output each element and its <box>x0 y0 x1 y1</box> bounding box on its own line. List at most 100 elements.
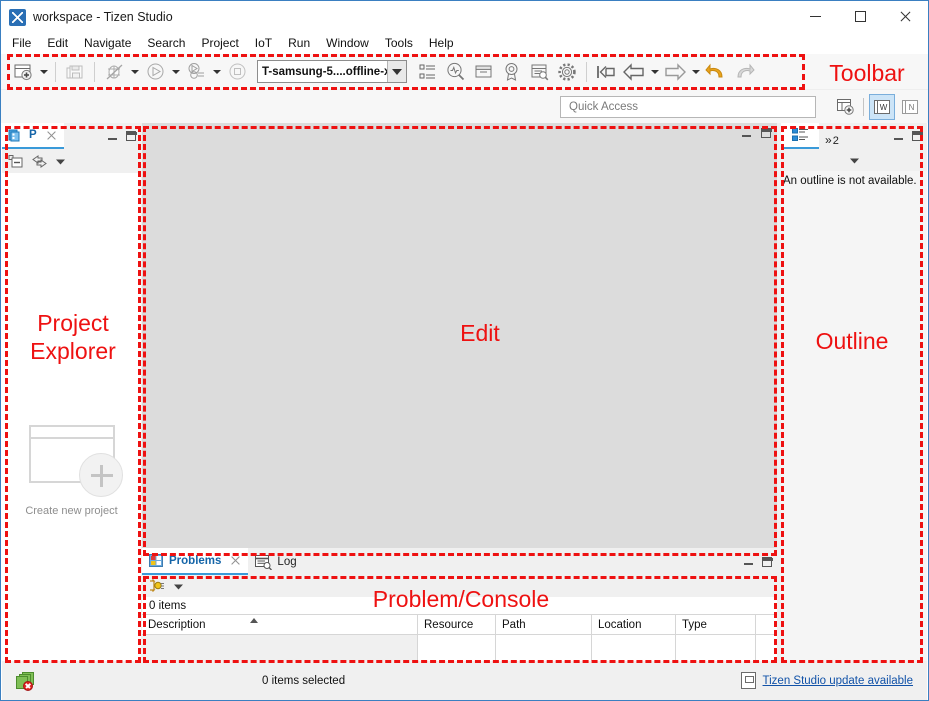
maximize-button[interactable] <box>838 1 883 32</box>
menu-edit[interactable]: Edit <box>47 36 76 50</box>
perspective-w[interactable]: W <box>869 93 895 120</box>
menu-window[interactable]: Window <box>326 36 377 50</box>
tab-close-icon[interactable] <box>229 554 242 567</box>
project-explorer-tabrow: P <box>2 123 141 149</box>
column-header-description[interactable]: Description <box>142 615 418 634</box>
run-dropdown[interactable] <box>169 59 182 85</box>
outline-overflow-indicator[interactable]: » 2 <box>819 123 843 149</box>
build-status[interactable] <box>2 671 48 691</box>
editor-view-controls <box>742 128 772 138</box>
problems-table-header: Description Resource Path Location Type <box>142 615 777 635</box>
undo-icon[interactable] <box>703 59 729 85</box>
link-with-editor-icon[interactable] <box>31 154 48 169</box>
quick-access-row: Quick Access W N <box>1 90 928 123</box>
quick-access-input[interactable]: Quick Access <box>560 95 816 118</box>
debug-bug-icon[interactable] <box>101 59 127 85</box>
main-toolbar: T-samsung-5....offline-x86) <box>1 54 928 90</box>
profile-icon[interactable] <box>183 59 209 85</box>
menu-help[interactable]: Help <box>429 36 462 50</box>
toolbar-separator <box>55 61 56 82</box>
bottom-panel: Problems Log 0 items Description Resourc… <box>142 548 777 661</box>
redo-icon[interactable] <box>731 59 757 85</box>
tab-project-explorer[interactable]: P <box>2 123 64 149</box>
new-project-dropdown[interactable] <box>37 59 50 85</box>
tab-problems-label: Problems <box>169 554 222 567</box>
view-maximize-icon[interactable] <box>912 131 923 141</box>
tab-problems[interactable]: Problems <box>142 548 249 575</box>
menu-file[interactable]: File <box>12 36 39 50</box>
minimize-button[interactable] <box>793 1 838 32</box>
view-minimize-icon[interactable] <box>894 133 903 140</box>
project-explorer-body[interactable]: Create new project <box>2 173 141 661</box>
menu-run[interactable]: Run <box>288 36 318 50</box>
create-new-project-action[interactable]: Create new project <box>2 425 141 517</box>
toolbar-separator <box>586 61 587 82</box>
profile-dropdown[interactable] <box>210 59 223 85</box>
collapse-all-icon[interactable] <box>8 154 25 169</box>
log-view-icon[interactable] <box>526 59 552 85</box>
project-explorer-view: P Create new project <box>2 123 141 661</box>
outline-message: An outline is not available. <box>783 175 917 187</box>
certificate-icon[interactable] <box>498 59 524 85</box>
open-perspective-icon[interactable] <box>833 95 857 119</box>
view-menu-arrow-icon[interactable] <box>848 154 861 167</box>
log-icon <box>254 554 273 570</box>
bottom-panel-tabrow: Problems Log <box>142 548 777 575</box>
connection-explorer-icon[interactable] <box>414 59 440 85</box>
menu-project[interactable]: Project <box>201 36 246 50</box>
view-maximize-icon[interactable] <box>126 131 137 141</box>
update-box-icon[interactable] <box>740 672 756 689</box>
project-explorer-toolbar <box>2 149 141 173</box>
column-header-type[interactable]: Type <box>676 615 756 634</box>
create-new-project-label: Create new project <box>25 505 118 517</box>
back-to-start-icon[interactable] <box>593 59 619 85</box>
view-minimize-icon[interactable] <box>744 558 753 565</box>
combo-dropdown-arrow[interactable] <box>387 61 406 82</box>
save-all-icon[interactable] <box>62 59 88 85</box>
emulator-manager-icon[interactable] <box>442 59 468 85</box>
update-available-link[interactable]: Tizen Studio update available <box>763 675 913 687</box>
problems-toolbar <box>142 575 777 597</box>
bottom-panel-view-controls <box>744 548 777 575</box>
table-column-description <box>142 635 418 661</box>
chevron-double-right-icon: » <box>825 133 832 147</box>
navigate-back-icon[interactable] <box>621 59 647 85</box>
new-project-icon[interactable] <box>10 59 36 85</box>
view-menu-arrow-icon[interactable] <box>54 155 67 168</box>
navigate-back-dropdown[interactable] <box>648 59 661 85</box>
menu-navigate[interactable]: Navigate <box>84 36 139 50</box>
tab-log[interactable]: Log <box>248 548 303 575</box>
menu-tools[interactable]: Tools <box>385 36 421 50</box>
editor-area[interactable] <box>142 123 777 548</box>
close-button[interactable] <box>883 1 928 32</box>
package-icon[interactable] <box>470 59 496 85</box>
window-title: workspace - Tizen Studio <box>33 10 173 24</box>
device-selector-combo[interactable]: T-samsung-5....offline-x86) <box>257 60 407 83</box>
table-column-type <box>676 635 756 661</box>
settings-gear-icon[interactable] <box>554 59 580 85</box>
navigate-forward-dropdown[interactable] <box>689 59 702 85</box>
run-play-icon[interactable] <box>142 59 168 85</box>
menu-search[interactable]: Search <box>147 36 193 50</box>
menu-iot[interactable]: IoT <box>255 36 280 50</box>
perspective-n[interactable]: N <box>898 95 922 119</box>
center-column: Problems Log 0 items Description Resourc… <box>142 123 777 661</box>
navigate-forward-icon[interactable] <box>662 59 688 85</box>
perspective-separator <box>863 97 864 116</box>
debug-dropdown[interactable] <box>128 59 141 85</box>
tab-outline[interactable] <box>781 123 819 149</box>
column-header-location[interactable]: Location <box>592 615 676 634</box>
view-minimize-icon[interactable] <box>742 130 751 137</box>
status-bar: 0 items selected Tizen Studio update ava… <box>2 661 927 700</box>
view-maximize-icon[interactable] <box>761 128 772 138</box>
outline-toolbar <box>781 149 927 171</box>
column-header-resource[interactable]: Resource <box>418 615 496 634</box>
tab-close-icon[interactable] <box>45 129 58 142</box>
configure-filters-icon[interactable] <box>148 578 165 594</box>
view-maximize-icon[interactable] <box>762 556 773 567</box>
view-menu-arrow-icon[interactable] <box>172 580 185 593</box>
stop-icon[interactable] <box>224 59 250 85</box>
column-header-path[interactable]: Path <box>496 615 592 634</box>
view-minimize-icon[interactable] <box>108 133 117 140</box>
problems-table-body[interactable] <box>142 635 777 661</box>
